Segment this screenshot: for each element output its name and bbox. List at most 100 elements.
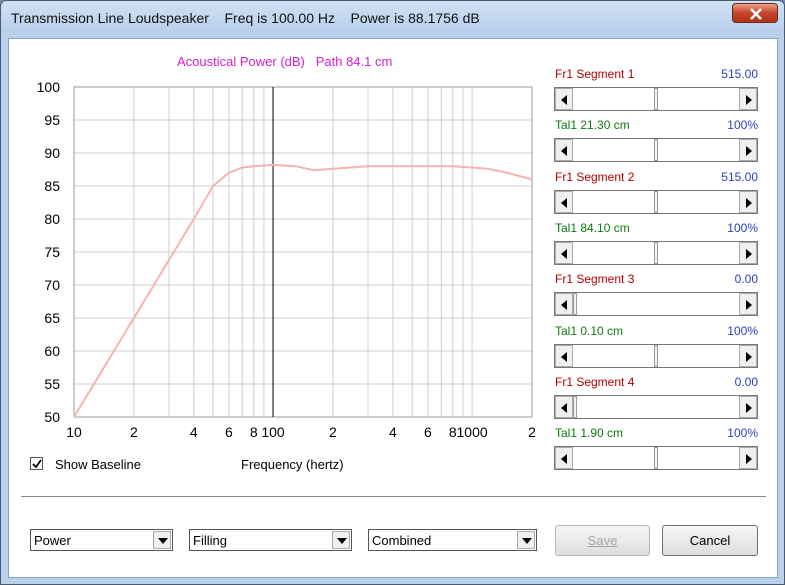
segment-value: 100% [727,323,758,338]
arrow-left-icon [561,300,567,311]
segment-label: Tal1 0.10 cm [555,323,624,338]
client-area: Acoustical Power (dB) Path 84.1 cm 100 95… [8,38,778,578]
check-icon [32,459,42,469]
segment-scrollbar[interactable] [554,343,758,368]
title-bar[interactable]: Transmission Line Loudspeaker Freq is 10… [1,1,784,35]
scroll-left-arrow[interactable] [555,395,573,418]
arrow-left-icon [561,351,567,362]
segment-scrollbar[interactable] [554,240,758,265]
arrow-left-icon [561,402,567,413]
scroll-right-arrow[interactable] [739,447,757,470]
scroll-left-arrow[interactable] [555,241,573,264]
arrow-left-icon [561,454,567,465]
show-baseline-checkbox[interactable] [30,457,43,470]
close-icon [750,8,762,20]
x-tick-label: 6 [424,424,432,440]
x-tick-label: 10 [66,424,82,440]
arrow-left-icon [561,95,567,105]
divider [21,496,766,497]
scroll-right-arrow[interactable] [739,344,757,367]
segment-label: Fr1 Segment 1 [555,67,635,81]
scroll-thumb[interactable] [654,190,658,213]
segment-scrollbar[interactable] [554,394,758,419]
scroll-left-arrow[interactable] [555,344,573,367]
x-tick-label: 2 [130,424,138,440]
y-tick-label: 50 [44,409,60,425]
scroll-thumb[interactable] [654,344,658,367]
scroll-left-arrow[interactable] [555,447,573,470]
segment-value: 100% [727,426,758,441]
arrow-right-icon [746,300,752,311]
arrow-left-icon [561,248,567,259]
y-tick-label: 100 [37,79,61,95]
scroll-right-arrow[interactable] [739,139,757,162]
segment-value: 0.00 [734,272,758,287]
x-tick-label: 2 [528,424,536,440]
segment-label: Tal1 1.90 cm [555,426,624,441]
scroll-left-arrow[interactable] [555,293,573,316]
segment-scrollbar[interactable] [554,292,758,317]
x-tick-label: 8 [250,424,258,440]
chevron-down-icon[interactable] [517,531,535,549]
segment-value: 515.00 [721,169,758,184]
scroll-right-arrow[interactable] [739,293,757,316]
x-tick-label: 100 [261,424,285,440]
filling-select[interactable]: Filling [189,529,352,551]
chevron-down-icon[interactable] [332,531,350,549]
y-tick-label: 85 [44,178,60,194]
segment-scrollbar[interactable] [554,189,758,214]
y-tick-label: 60 [44,343,60,359]
show-baseline-label[interactable]: Show Baseline [55,457,141,472]
x-tick-label: 6 [225,424,233,440]
x-tick-label: 2 [329,424,337,440]
close-button[interactable] [732,3,778,23]
y-tick-label: 55 [44,376,60,392]
scroll-thumb[interactable] [573,293,577,316]
x-tick-label: 4 [389,424,397,440]
scroll-left-arrow[interactable] [555,88,573,110]
scroll-right-arrow[interactable] [739,241,757,264]
segment-label: Fr1 Segment 4 [555,374,635,389]
cancel-button[interactable]: Cancel [662,525,758,556]
scroll-thumb[interactable] [654,447,658,470]
arrow-right-icon [746,454,752,465]
x-tick-label: 1000 [457,424,488,440]
power-chart: 10095908580757065605550 10 2 4 6 8 100 2 4 6 8 100… [37,79,536,440]
segment-scrollbar[interactable] [554,138,758,163]
arrow-right-icon [746,146,752,157]
save-button[interactable]: Save [555,525,650,556]
x-tick-label: 4 [190,424,198,440]
arrow-left-icon [561,146,567,157]
segment-value: 0.00 [734,374,758,389]
filling-select-value: Filling [193,533,227,548]
segment-scrollbar[interactable] [554,87,758,111]
mode-select-value: Power [34,533,71,548]
y-tick-label: 95 [44,112,60,128]
combined-select[interactable]: Combined [368,529,537,551]
arrow-right-icon [746,248,752,259]
arrow-right-icon [746,402,752,413]
arrow-right-icon [746,197,752,208]
mode-select[interactable]: Power [30,529,173,551]
segment-label: Fr1 Segment 2 [555,169,635,184]
scroll-left-arrow[interactable] [555,139,573,162]
scroll-right-arrow[interactable] [739,190,757,213]
scroll-thumb[interactable] [573,395,577,418]
arrow-right-icon [746,95,752,105]
segment-label: Fr1 Segment 3 [555,272,635,287]
y-tick-label: 75 [44,244,60,260]
y-tick-label: 90 [44,145,60,161]
y-tick-label: 65 [44,310,60,326]
y-tick-label: 80 [44,211,60,227]
scroll-thumb[interactable] [654,139,658,162]
chevron-down-icon[interactable] [153,531,171,549]
scroll-thumb[interactable] [654,88,658,110]
scroll-right-arrow[interactable] [739,395,757,418]
arrow-right-icon [746,351,752,362]
scroll-right-arrow[interactable] [739,88,757,110]
segment-scrollbar[interactable] [554,446,758,471]
scroll-left-arrow[interactable] [555,190,573,213]
segment-value: 515.00 [721,67,758,81]
y-tick-label: 70 [44,277,60,293]
scroll-thumb[interactable] [654,241,658,264]
